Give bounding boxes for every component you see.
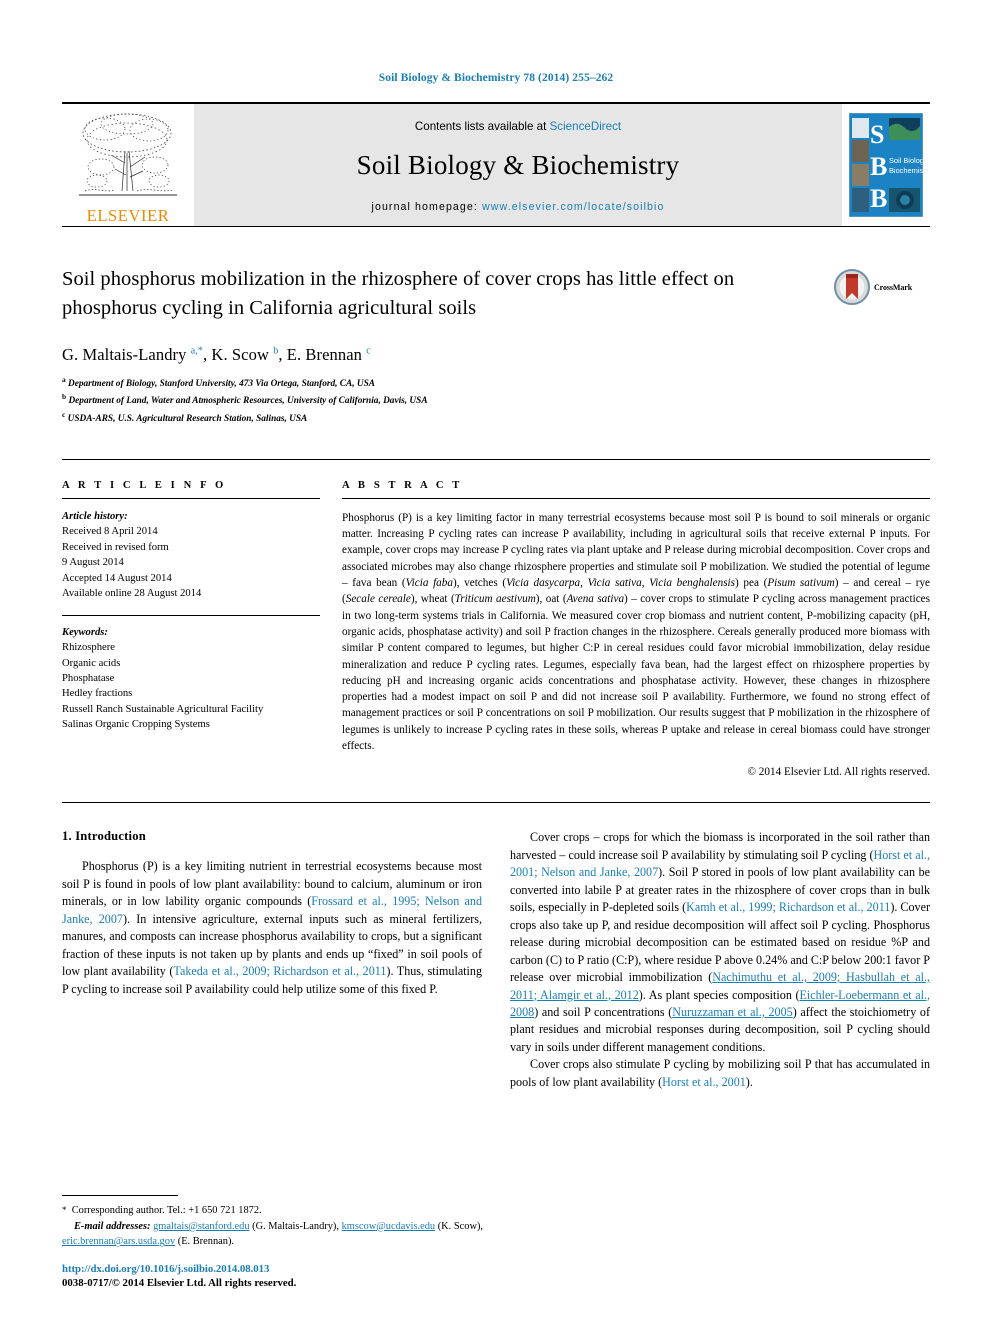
svg-text:B: B [870,152,887,181]
affiliation-text: Department of Biology, Stanford Universi… [68,379,375,390]
page-title: Soil phosphorus mobilization in the rhiz… [62,268,735,320]
issn-copyright-line: 0038-0717/© 2014 Elsevier Ltd. All right… [62,1277,297,1289]
article-info-heading: A R T I C L E I N F O [62,479,227,491]
history-item: Available online 28 August 2014 [62,588,202,600]
section-heading-introduction: 1. Introduction [62,829,146,844]
cover-title-line-1: Soil Biology & [889,156,923,165]
journal-homepage-line: journal homepage: www.elsevier.com/locat… [372,201,665,213]
crossmark-label: CrossMark [874,282,913,292]
abstract-column: A B S T R A C T Phosphorus (P) is a key … [342,480,930,778]
author-list: G. Maltais-Landry a,*, K. Scow b, E. Bre… [62,345,371,365]
svg-text:B: B [870,184,887,213]
abstract-heading: A B S T R A C T [342,479,463,491]
body-column-left: 1. Introduction Phosphorus (P) is a key … [62,829,482,1091]
affiliation-list: a Department of Biology, Stanford Univer… [62,374,930,426]
elsevier-wordmark: ELSEVIER [86,205,170,225]
footnote-rule [62,1195,178,1197]
abstract-text: Phosphorus (P) is a key limiting factor … [342,511,931,753]
running-head: Soil Biology & Biochemistry 78 (2014) 25… [378,72,614,84]
affiliation-text: USDA-ARS, U.S. Agricultural Research Sta… [67,413,308,424]
keyword-item: Phosphatase [62,672,115,684]
cover-title-line-2: Biochemistry [889,166,923,175]
article-body: 1. Introduction Phosphorus (P) is a key … [62,829,930,1091]
journal-article-page: Soil Biology & Biochemistry 78 (2014) 25… [0,0,992,1323]
affiliation-marker: b [62,392,67,402]
keyword-item: Rhizosphere [62,642,115,654]
affiliation-marker: a [62,375,66,385]
footnote-block: * Corresponding author. Tel.: +1 650 721… [62,1195,492,1289]
crossmark-badge[interactable]: CrossMark [834,265,930,305]
homepage-url[interactable]: www.elsevier.com/locate/soilbio [482,201,664,213]
keywords-label: Keywords: [62,626,108,638]
email-addresses-note: E-mail addresses: gmaltais@stanford.edu … [62,1220,484,1248]
history-item: Received 8 April 2014 [62,526,158,538]
homepage-prefix: journal homepage: [371,200,478,213]
article-history: Article history: Received 8 April 2014 R… [62,509,320,602]
abstract-rule [342,497,930,499]
info-abstract-section: A R T I C L E I N F O Article history: R… [62,458,930,778]
abstract-copyright: © 2014 Elsevier Ltd. All rights reserved… [747,766,931,779]
masthead-center: Contents lists available at ScienceDirec… [194,104,842,226]
body-column-right: Cover crops – crops for which the biomas… [510,829,930,1091]
affiliation-c: c USDA-ARS, U.S. Agricultural Research S… [62,409,930,426]
affiliation-marker: c [62,409,66,419]
paragraph: Cover crops also stimulate P cycling by … [510,1057,930,1089]
title-block: Soil phosphorus mobilization in the rhiz… [62,265,930,323]
contents-available-line: Contents lists available at ScienceDirec… [415,120,621,133]
journal-title: Soil Biology & Biochemistry [356,149,680,180]
journal-cover-image: S B B Soil Biology & Biochemistry [849,113,923,217]
elsevier-tree-icon [79,113,177,196]
crossmark-icon [834,269,870,305]
history-item: 9 August 2014 [62,557,124,569]
journal-cover-thumbnail: S B B Soil Biology & Biochemistry [842,104,930,226]
elsevier-logo: ELSEVIER [62,104,194,226]
keyword-list: Keywords: Rhizosphere Organic acids Phos… [62,625,320,733]
svg-text:S: S [870,120,884,149]
history-item: Received in revised form [62,541,169,553]
keyword-item: Russell Ranch Sustainable Agricultural F… [62,703,264,715]
doi-block: http://dx.doi.org/10.1016/j.soilbio.2014… [62,1263,492,1289]
paragraph: Cover crops – crops for which the biomas… [510,830,931,1054]
history-item: Accepted 14 August 2014 [62,572,172,584]
article-info-column: A R T I C L E I N F O Article history: R… [62,480,342,778]
keywords-rule [62,614,320,616]
body-separator-rule [62,802,930,804]
keyword-item: Organic acids [62,657,121,669]
contents-prefix: Contents lists available at [414,119,547,133]
article-history-label: Article history: [62,510,128,522]
journal-masthead: ELSEVIER Contents lists available at Sci… [62,102,930,227]
article-info-rule [62,497,320,499]
sciencedirect-link[interactable]: ScienceDirect [550,120,622,133]
affiliation-text: Department of Land, Water and Atmospheri… [68,396,428,407]
affiliation-a: a Department of Biology, Stanford Univer… [62,374,930,391]
doi-link[interactable]: http://dx.doi.org/10.1016/j.soilbio.2014… [62,1263,492,1275]
title-left: Soil phosphorus mobilization in the rhiz… [62,265,834,323]
keyword-item: Hedley fractions [62,688,133,700]
keyword-item: Salinas Organic Cropping Systems [62,719,210,731]
paragraph: Phosphorus (P) is a key limiting nutrien… [62,859,482,996]
corresponding-author-note: * Corresponding author. Tel.: +1 650 721… [62,1205,262,1217]
affiliation-b: b Department of Land, Water and Atmosphe… [62,391,930,408]
